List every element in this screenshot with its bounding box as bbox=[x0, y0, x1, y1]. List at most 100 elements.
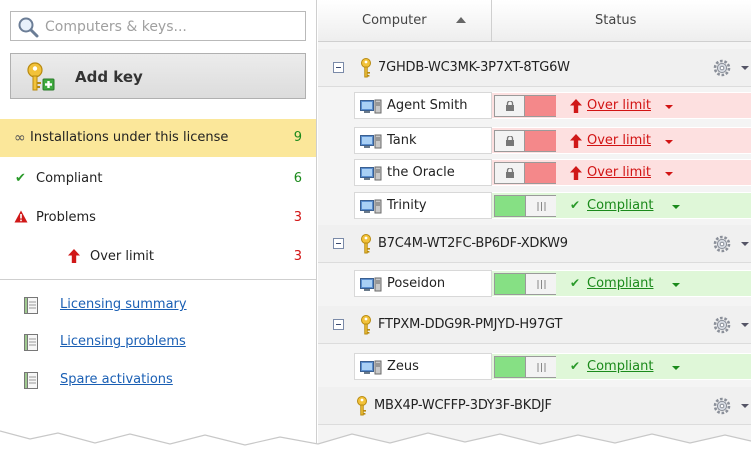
computer-icon bbox=[360, 277, 382, 292]
computer-name: Agent Smith bbox=[387, 98, 468, 113]
filter-installations-count: 9 bbox=[293, 130, 302, 145]
chevron-down-icon[interactable] bbox=[741, 242, 749, 246]
computer-row[interactable]: Poseidon ✔ Compliant bbox=[354, 270, 751, 297]
activation-toggle[interactable] bbox=[494, 162, 556, 184]
report-icon bbox=[24, 297, 38, 314]
computer-name: Zeus bbox=[387, 359, 419, 374]
report-icon bbox=[24, 334, 38, 351]
status-link[interactable]: Over limit bbox=[587, 98, 651, 113]
column-header-status-label: Status bbox=[595, 13, 637, 28]
chevron-down-icon[interactable] bbox=[672, 205, 680, 209]
chevron-down-icon[interactable] bbox=[741, 66, 749, 70]
gear-icon[interactable] bbox=[713, 316, 731, 334]
collapse-toggle-icon[interactable] bbox=[333, 238, 344, 249]
sort-ascending-icon bbox=[456, 17, 466, 23]
gear-icon[interactable] bbox=[713, 397, 731, 415]
up-arrow-icon bbox=[570, 99, 582, 113]
activation-toggle[interactable] bbox=[494, 95, 556, 117]
key-label: FTPXM-DDG9R-PMJYD-H97GT bbox=[378, 317, 563, 332]
report-link[interactable]: Licensing summary bbox=[60, 297, 187, 312]
status-cell: ✔ Compliant bbox=[492, 353, 751, 380]
computer-row[interactable]: Zeus ✔ Compliant bbox=[354, 353, 751, 380]
status-cell: Over limit bbox=[492, 92, 751, 119]
filter-over-limit[interactable]: Over limit 3 bbox=[0, 238, 316, 276]
filter-compliant-count: 6 bbox=[293, 171, 302, 186]
computer-icon bbox=[360, 134, 382, 149]
computer-icon bbox=[360, 360, 382, 375]
status-cell: ✔ Compliant bbox=[492, 192, 751, 219]
torn-edge bbox=[0, 430, 751, 463]
table-header: Computer Status bbox=[318, 0, 751, 42]
key-row[interactable]: FTPXM-DDG9R-PMJYD-H97GT bbox=[318, 306, 751, 344]
status-link[interactable]: Compliant bbox=[587, 359, 653, 374]
key-label: B7C4M-WT2FC-BP6DF-XDKW9 bbox=[378, 236, 568, 251]
activation-toggle[interactable] bbox=[494, 273, 556, 295]
filter-installations[interactable]: ∞ Installations under this license 9 bbox=[0, 119, 316, 157]
key-row[interactable]: B7C4M-WT2FC-BP6DF-XDKW9 bbox=[318, 225, 751, 263]
search-box[interactable] bbox=[10, 11, 306, 41]
checkmark-icon: ✔ bbox=[570, 198, 581, 212]
computer-cell: Trinity bbox=[354, 192, 492, 219]
computer-row[interactable]: Tank Over limit bbox=[354, 127, 751, 154]
report-link[interactable]: Spare activations bbox=[60, 372, 173, 387]
grip-icon bbox=[537, 202, 546, 211]
collapse-toggle-icon[interactable] bbox=[333, 62, 344, 73]
chevron-down-icon[interactable] bbox=[665, 140, 673, 144]
status-link[interactable]: Over limit bbox=[587, 133, 651, 148]
chevron-down-icon[interactable] bbox=[665, 105, 673, 109]
computer-name: Poseidon bbox=[387, 276, 446, 291]
key-icon bbox=[360, 234, 372, 254]
chevron-down-icon[interactable] bbox=[741, 323, 749, 327]
checkmark-icon: ✔ bbox=[570, 359, 581, 373]
computer-row[interactable]: Agent Smith Over limit bbox=[354, 92, 751, 119]
grip-icon bbox=[537, 280, 546, 289]
key-row[interactable]: 7GHDB-WC3MK-3P7XT-8TG6W bbox=[318, 49, 751, 87]
checkmark-icon: ✔ bbox=[570, 276, 581, 290]
computer-icon bbox=[360, 99, 382, 114]
filter-compliant[interactable]: ✔ Compliant 6 bbox=[0, 160, 316, 198]
key-icon bbox=[356, 396, 368, 416]
report-icon bbox=[24, 372, 38, 389]
computer-row[interactable]: Trinity ✔ Compliant bbox=[354, 192, 751, 219]
checkmark-icon: ✔ bbox=[15, 171, 26, 186]
filter-problems-label: Problems bbox=[36, 210, 96, 225]
add-key-button[interactable]: Add key bbox=[10, 53, 306, 99]
status-link[interactable]: Compliant bbox=[587, 198, 653, 213]
chevron-down-icon[interactable] bbox=[741, 404, 749, 408]
filter-problems-count: 3 bbox=[293, 210, 302, 225]
collapse-toggle-icon[interactable] bbox=[333, 319, 344, 330]
activation-toggle[interactable] bbox=[494, 356, 556, 378]
computer-cell: Poseidon bbox=[354, 270, 492, 297]
chevron-down-icon[interactable] bbox=[672, 366, 680, 370]
gear-icon[interactable] bbox=[713, 235, 731, 253]
computer-name: the Oracle bbox=[387, 165, 455, 180]
up-arrow-icon bbox=[570, 166, 582, 180]
key-label: MBX4P-WCFFP-3DY3F-BKDJF bbox=[374, 398, 552, 413]
computer-cell: the Oracle bbox=[354, 159, 492, 186]
chevron-down-icon[interactable] bbox=[665, 172, 673, 176]
status-link[interactable]: Over limit bbox=[587, 165, 651, 180]
status-link[interactable]: Compliant bbox=[587, 276, 653, 291]
activation-toggle[interactable] bbox=[494, 195, 556, 217]
report-link[interactable]: Licensing problems bbox=[60, 334, 186, 349]
column-header-computer[interactable]: Computer bbox=[318, 0, 492, 42]
column-header-computer-label: Computer bbox=[362, 13, 427, 28]
filter-over-limit-label: Over limit bbox=[90, 249, 154, 264]
grip-icon bbox=[537, 363, 546, 372]
computer-icon bbox=[360, 166, 382, 181]
activation-toggle[interactable] bbox=[494, 130, 556, 152]
add-key-icon bbox=[27, 62, 55, 91]
computer-cell: Tank bbox=[354, 127, 492, 154]
lock-icon bbox=[506, 101, 514, 111]
chevron-down-icon[interactable] bbox=[672, 283, 680, 287]
computer-row[interactable]: the Oracle Over limit bbox=[354, 159, 751, 186]
status-cell: Over limit bbox=[492, 159, 751, 186]
column-header-status[interactable]: Status bbox=[493, 0, 751, 42]
add-key-label: Add key bbox=[75, 68, 143, 86]
license-table: Computer Status 7GHDB-WC3MK-3P7XT-8TG6W … bbox=[318, 0, 751, 463]
filter-problems[interactable]: Problems 3 bbox=[0, 199, 316, 237]
status-cell: Over limit bbox=[492, 127, 751, 154]
gear-icon[interactable] bbox=[713, 59, 731, 77]
search-input[interactable] bbox=[45, 16, 295, 38]
lock-icon bbox=[506, 136, 514, 146]
